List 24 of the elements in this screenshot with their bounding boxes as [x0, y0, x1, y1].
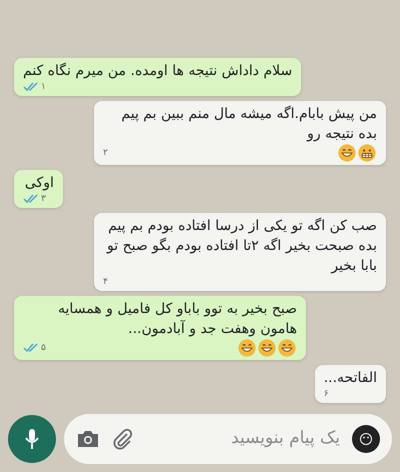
emoji-button-icon[interactable]	[352, 425, 380, 453]
message-time: ۴	[103, 276, 108, 288]
camera-icon[interactable]	[76, 429, 100, 449]
microphone-icon	[24, 427, 40, 451]
message-time: ۱	[41, 81, 46, 93]
message-time: ۶	[324, 388, 329, 400]
microphone-button[interactable]	[8, 415, 56, 463]
message-text: الفاتحه...	[324, 369, 377, 388]
message-text: سلام داداش نتیجه ها اومده. من میرم نگاه کنم	[23, 62, 292, 81]
message-time: ۳	[41, 193, 46, 205]
message-input-field[interactable]: یک پیام بنویسید	[146, 426, 340, 452]
grinning-emoji-icon	[278, 339, 296, 357]
grinning-emoji-icon	[338, 144, 356, 162]
grimacing-emoji-icon	[358, 144, 376, 162]
message-text: صبح بخیر به توو باباو کل فامیل و همسایه هامون وهفت جد و آبادمون...	[57, 300, 297, 339]
message-text: صب کن اگه تو یکی از درسا افتاده بودم بم پیم بده صبحت بخیر اگه ۲تا افتاده بودم بگو صبح تو بابا بخیر	[105, 216, 377, 276]
message-text: من پیش بابام.اگه میشه مال منم ببین بم پیم بده نتیجه رو	[120, 104, 377, 144]
grinning-emoji-icon	[258, 339, 276, 357]
message-composer-bar[interactable]: یک پیام بنویسید	[64, 414, 392, 464]
message-time: ۵	[41, 342, 46, 354]
message-text: اوکی	[24, 174, 54, 193]
paperclip-icon[interactable]	[112, 428, 134, 450]
message-time: ۲	[103, 147, 108, 159]
grinning-emoji-icon	[238, 339, 256, 357]
